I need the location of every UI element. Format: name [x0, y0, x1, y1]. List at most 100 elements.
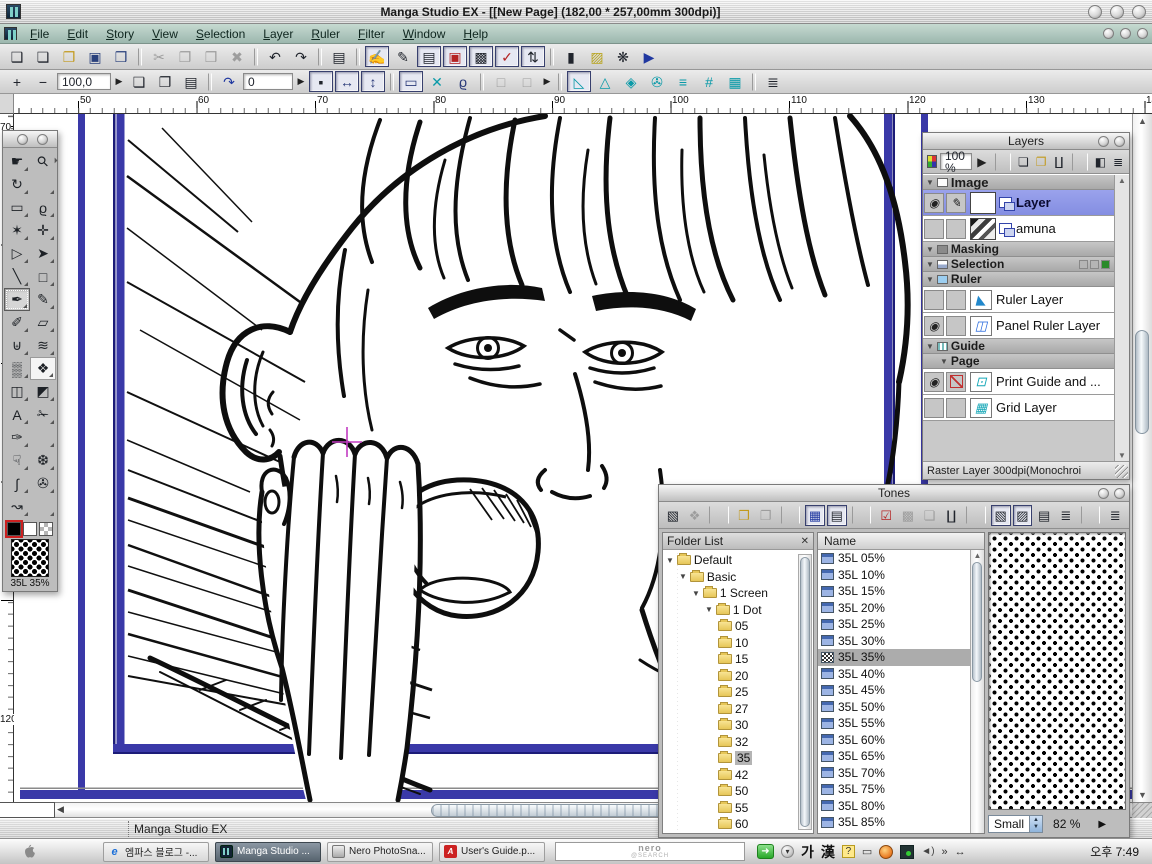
line-tool[interactable]: ╲	[4, 265, 30, 288]
curve-ruler-tool[interactable]: ∫	[4, 472, 30, 495]
move-tool[interactable]: ✛	[30, 219, 56, 242]
paste-button[interactable]: ❒	[199, 46, 223, 67]
new-layer-button[interactable]: ❏	[1016, 151, 1032, 172]
visibility-checkbox[interactable]	[924, 290, 944, 310]
delete-button[interactable]: ✖	[225, 46, 249, 67]
palette-close-button[interactable]	[1114, 488, 1125, 499]
panel-cutter-tool[interactable]: ◩	[30, 380, 56, 403]
prev-layer-button[interactable]: □	[489, 71, 513, 92]
tone-list-item[interactable]: 35L 40%	[818, 666, 970, 683]
open-button[interactable]: ❐	[57, 46, 81, 67]
tone-check-button[interactable]: ▩	[898, 505, 918, 526]
folder-tree-item[interactable]: ▼ 1 Screen	[689, 585, 813, 602]
task-button[interactable]: Manga Studio ...	[215, 842, 321, 862]
selection-buttons[interactable]	[1079, 260, 1110, 269]
folder-tree-item[interactable]: ▼ 1 Dot	[702, 602, 813, 619]
layers-scrollbar[interactable]: ▲▼	[1114, 175, 1129, 461]
window-close-button[interactable]	[1132, 5, 1146, 19]
ime-hanja-indicator[interactable]: 漢	[821, 842, 835, 862]
object-selector-tool[interactable]: ➤	[30, 242, 56, 265]
layer-name[interactable]: Ruler Layer	[996, 292, 1063, 307]
airbrush-tool[interactable]: ≋	[30, 334, 56, 357]
check-marks-button[interactable]: ✓	[495, 46, 519, 67]
clear-selection-button[interactable]: ✕	[425, 71, 449, 92]
layer-opacity-field[interactable]: 100 %	[940, 153, 972, 170]
menu-item[interactable]: Selection	[187, 27, 254, 41]
task-button[interactable]: e 엠파스 블로그 -...	[103, 842, 209, 862]
layer-row[interactable]: ▼ Page	[923, 354, 1114, 369]
preview-menu-arrow[interactable]: ▶	[1098, 819, 1106, 830]
view-checker-button[interactable]: ▨	[1013, 505, 1033, 526]
tone-list-item[interactable]: 35L 60%	[818, 732, 970, 749]
layer-row[interactable]: ◣ Ruler Layer	[923, 287, 1114, 313]
layer-row[interactable]: ▼ Masking	[923, 242, 1114, 257]
folder-tree-scrollbar[interactable]	[798, 554, 812, 830]
window-maximize-button[interactable]	[1110, 5, 1124, 19]
current-tone-preview[interactable]	[11, 539, 49, 577]
edit-checkbox[interactable]	[946, 372, 966, 392]
task-button[interactable]: A User's Guide.p...	[439, 842, 545, 862]
delete-tone-button[interactable]: ∐	[941, 505, 961, 526]
list-view-button[interactable]: ▤	[827, 505, 847, 526]
ruler-3d-button[interactable]: ◈	[619, 71, 643, 92]
layers-menu-button[interactable]: ≣	[1110, 151, 1126, 172]
menu-item[interactable]: Help	[454, 27, 497, 41]
ime-korean-indicator[interactable]: 가	[801, 842, 814, 862]
start-menu-apple-icon[interactable]	[19, 843, 37, 861]
layer-menu-arrow[interactable]: ▶	[541, 71, 553, 92]
palette-close-button[interactable]	[37, 134, 48, 145]
reset-view-button[interactable]: ▪	[309, 71, 333, 92]
transparent-color-swatch[interactable]	[39, 522, 53, 536]
layer-name[interactable]: amuna	[1016, 221, 1056, 236]
layer-row[interactable]: ▼ Ruler	[923, 272, 1114, 287]
marker-tool[interactable]: ✐	[4, 311, 30, 334]
sync-pages-button[interactable]: ⇅	[521, 46, 545, 67]
gradient-tool[interactable]: ▒	[4, 357, 30, 380]
copy-button[interactable]: ❐	[173, 46, 197, 67]
pencil-tool[interactable]: ✎	[30, 288, 56, 311]
flip-horizontal-button[interactable]: ↔	[335, 71, 359, 92]
visibility-checkbox[interactable]	[924, 398, 944, 418]
nero-search-input[interactable]: nero @SEARCH	[555, 842, 745, 861]
preview-size-select[interactable]: Small ▲▼	[988, 815, 1043, 833]
resize-grip[interactable]	[1132, 802, 1152, 818]
edit-checkbox[interactable]	[946, 219, 966, 239]
tone-list-scrollbar[interactable]: ▲	[970, 550, 984, 833]
ruler-frame-button[interactable]: ▦	[723, 71, 747, 92]
visibility-checkbox[interactable]	[924, 219, 944, 239]
rotate-value-field[interactable]: 0	[243, 73, 293, 90]
expand-triangle-icon[interactable]: ▼	[926, 275, 934, 284]
layer-row[interactable]: ▦ Grid Layer	[923, 395, 1114, 421]
palette-collapse-button[interactable]	[17, 134, 28, 145]
finger-tool[interactable]: ☟	[4, 449, 30, 472]
cut-button[interactable]: ✂	[147, 46, 171, 67]
new-folder-button[interactable]: ❐	[1033, 151, 1049, 172]
lasso-tool[interactable]: ϱ	[30, 196, 56, 219]
zoom-value-field[interactable]: 100,0	[57, 73, 111, 90]
print-size-button[interactable]: ▤	[179, 71, 203, 92]
visibility-checkbox[interactable]: ◉	[924, 316, 944, 336]
ruler-compass-button[interactable]: ✇	[645, 71, 669, 92]
paste-tone-button[interactable]: ▧	[663, 505, 683, 526]
sewing-tool[interactable]: ✁	[30, 403, 56, 426]
layer-row[interactable]: ◉ ◫ Panel Ruler Layer	[923, 313, 1114, 339]
thumbnail-view-button[interactable]: ▦	[805, 505, 825, 526]
layer-name[interactable]: Print Guide and ...	[996, 374, 1101, 389]
view-name-list-button[interactable]: ▤	[1034, 505, 1054, 526]
eraser-tool[interactable]: ▱	[30, 311, 56, 334]
volume-icon[interactable]: ◄)	[921, 846, 934, 857]
new-story-button[interactable]: ❏	[31, 46, 55, 67]
ime-pad-icon[interactable]: ▭	[862, 845, 872, 858]
marquee-tool[interactable]: ▭	[4, 196, 30, 219]
tone-tool[interactable]: ❖	[30, 357, 56, 380]
child-maximize-button[interactable]	[1120, 28, 1131, 39]
menu-item[interactable]: Ruler	[302, 27, 349, 41]
materials-button[interactable]: ▮	[559, 46, 583, 67]
panel-mode-button[interactable]: ▣	[443, 46, 467, 67]
tone-list-item[interactable]: 35L 85%	[818, 814, 970, 831]
tone-preview[interactable]	[988, 532, 1126, 810]
eyedropper-tool[interactable]: ✑	[4, 426, 30, 449]
tone-list-item[interactable]: 35L 35%	[818, 649, 970, 666]
replace-tone-button[interactable]: ❖	[685, 505, 705, 526]
new-folder-button[interactable]: ❐	[756, 505, 776, 526]
